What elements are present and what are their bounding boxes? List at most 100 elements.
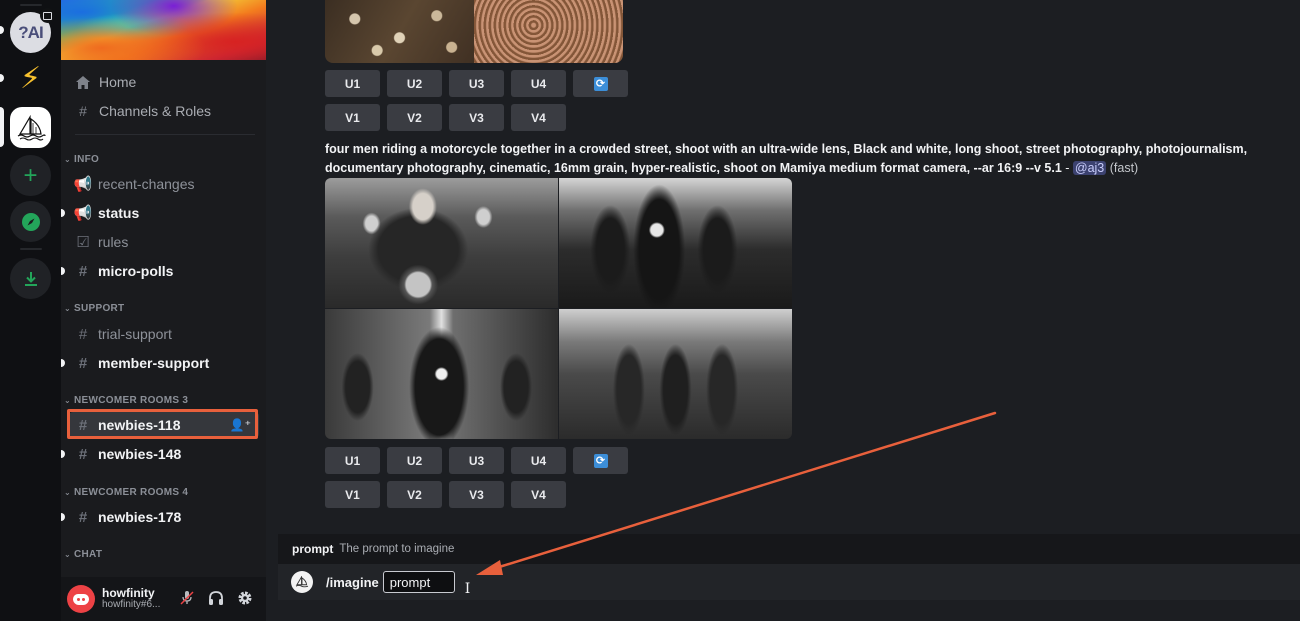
refresh-icon: ⟳ [593,453,608,468]
upscale-1-button[interactable]: U1 [325,70,380,97]
unread-indicator [61,450,65,458]
option-name: prompt [292,542,334,556]
server-midjourney[interactable] [10,107,51,148]
channel-label: recent-changes [98,176,195,192]
hashtag-thread-icon: # [78,445,88,463]
rail-divider [20,4,42,6]
server-ai[interactable]: ?AI [10,8,55,53]
user-mention[interactable]: @aj3 [1072,161,1107,175]
upscale-2-button[interactable]: U2 [387,447,442,474]
image-tile-4 [559,309,792,439]
nav-home-label: Home [99,74,137,90]
image-tile [325,0,474,63]
gear-icon [238,591,252,605]
variation-4-button[interactable]: V4 [511,481,566,508]
channel-label: member-support [98,355,210,371]
upscale-1-button[interactable]: U1 [325,447,380,474]
announcement-icon: 📢 [73,176,93,193]
category-label: CHAT [74,549,103,560]
plus-icon: + [23,161,38,189]
channel-label: newbies-178 [98,509,182,525]
channel-newbies-148[interactable]: # newbies-148 [61,441,259,467]
upscale-3-button[interactable]: U3 [449,447,504,474]
add-server-button[interactable]: + [10,155,51,196]
category-info[interactable]: ⌄ INFO [64,154,99,165]
variation-1-button[interactable]: V1 [325,104,380,131]
category-chat[interactable]: ⌄ CHAT [64,549,102,560]
user-info[interactable]: howfinity howfinity#6... [102,587,160,610]
user-actions [178,589,254,607]
message-prompt: four men riding a motorcycle together in… [325,140,1265,178]
channel-trial-support[interactable]: # trial-support [69,321,259,347]
image-tile-2 [559,178,792,308]
channel-newbies-118[interactable]: # newbies-118 👤⁺ [69,412,259,438]
nav-home[interactable]: Home [75,70,136,94]
deafen-button[interactable] [207,589,225,607]
text-cursor-icon: I [464,581,471,597]
prompt-option-input[interactable]: prompt [382,571,455,593]
unread-indicator [61,209,65,217]
message-composer[interactable]: /imagine prompt I [278,564,1300,600]
variation-buttons: V1 V2 V3 V4 [325,104,566,131]
user-tag: howfinity#6... [102,599,161,611]
midjourney-sailboat-icon [295,576,309,588]
chevron-down-icon: ⌄ [64,304,72,313]
channel-status[interactable]: 📢 status [61,200,259,226]
channel-label: status [98,205,140,221]
channel-member-support[interactable]: # member-support [61,350,259,376]
server-ai-label: ?AI [18,22,43,42]
hashtag-locked-icon: # [78,354,88,372]
category-newcomer-rooms-3[interactable]: ⌄ NEWCOMER ROOMS 3 [64,395,188,406]
channel-rules[interactable]: ☑ rules [69,229,259,255]
upscale-3-button[interactable]: U3 [449,70,504,97]
explore-servers-button[interactable] [10,201,51,242]
variation-1-button[interactable]: V1 [325,481,380,508]
add-member-icon[interactable]: 👤⁺ [230,418,251,432]
server-rail: ?AI ⚡ + [0,0,61,621]
unread-indicator [0,26,4,34]
category-label: NEWCOMER ROOMS 4 [74,487,189,498]
avatar[interactable] [67,585,95,613]
channel-sidebar: Home # Channels & Roles ⌄ INFO 📢 recent-… [61,0,266,621]
unread-indicator [61,513,65,521]
channel-recent-changes[interactable]: 📢 recent-changes [69,171,259,197]
chat-area: U1 U2 U3 U4 ⟳ V1 V2 V3 V4 four men ridin… [266,0,1300,621]
upscale-buttons: U1 U2 U3 U4 ⟳ [325,70,628,97]
previous-image-grid[interactable] [325,0,623,63]
server-banner [61,0,266,60]
hashtag-icon: # [78,325,88,343]
category-newcomer-rooms-4[interactable]: ⌄ NEWCOMER ROOMS 4 [64,487,188,498]
chevron-down-icon: ⌄ [64,396,72,405]
variation-buttons: V1 V2 V3 V4 [325,481,566,508]
command-option-hint: prompt The prompt to imagine [278,534,1300,564]
variation-4-button[interactable]: V4 [511,104,566,131]
reroll-button[interactable]: ⟳ [573,70,628,97]
channel-label: newbies-118 [98,417,181,433]
channel-newbies-178[interactable]: # newbies-178 [61,504,259,530]
nav-channels-roles[interactable]: # Channels & Roles [75,99,211,123]
variation-3-button[interactable]: V3 [449,481,504,508]
category-label: SUPPORT [74,303,125,314]
channel-micro-polls[interactable]: # micro-polls [61,258,259,284]
channels-roles-icon: # [79,103,87,119]
variation-2-button[interactable]: V2 [387,481,442,508]
settings-button[interactable] [236,589,254,607]
option-description: The prompt to imagine [339,543,455,555]
mute-button[interactable] [178,589,196,607]
download-apps-button[interactable] [10,258,51,299]
variation-2-button[interactable]: V2 [387,104,442,131]
category-label: NEWCOMER ROOMS 3 [74,395,189,406]
category-support[interactable]: ⌄ SUPPORT [64,303,124,314]
upscale-4-button[interactable]: U4 [511,70,566,97]
download-icon [24,271,37,286]
upscale-4-button[interactable]: U4 [511,447,566,474]
image-tile-1 [325,178,558,308]
channel-label: trial-support [98,326,172,342]
slash-command: /imagine [326,574,379,590]
generated-image-grid[interactable] [325,178,792,439]
server-lightning[interactable]: ⚡ [10,58,51,99]
reroll-button[interactable]: ⟳ [573,447,628,474]
variation-3-button[interactable]: V3 [449,104,504,131]
upscale-2-button[interactable]: U2 [387,70,442,97]
unread-indicator [61,267,65,275]
